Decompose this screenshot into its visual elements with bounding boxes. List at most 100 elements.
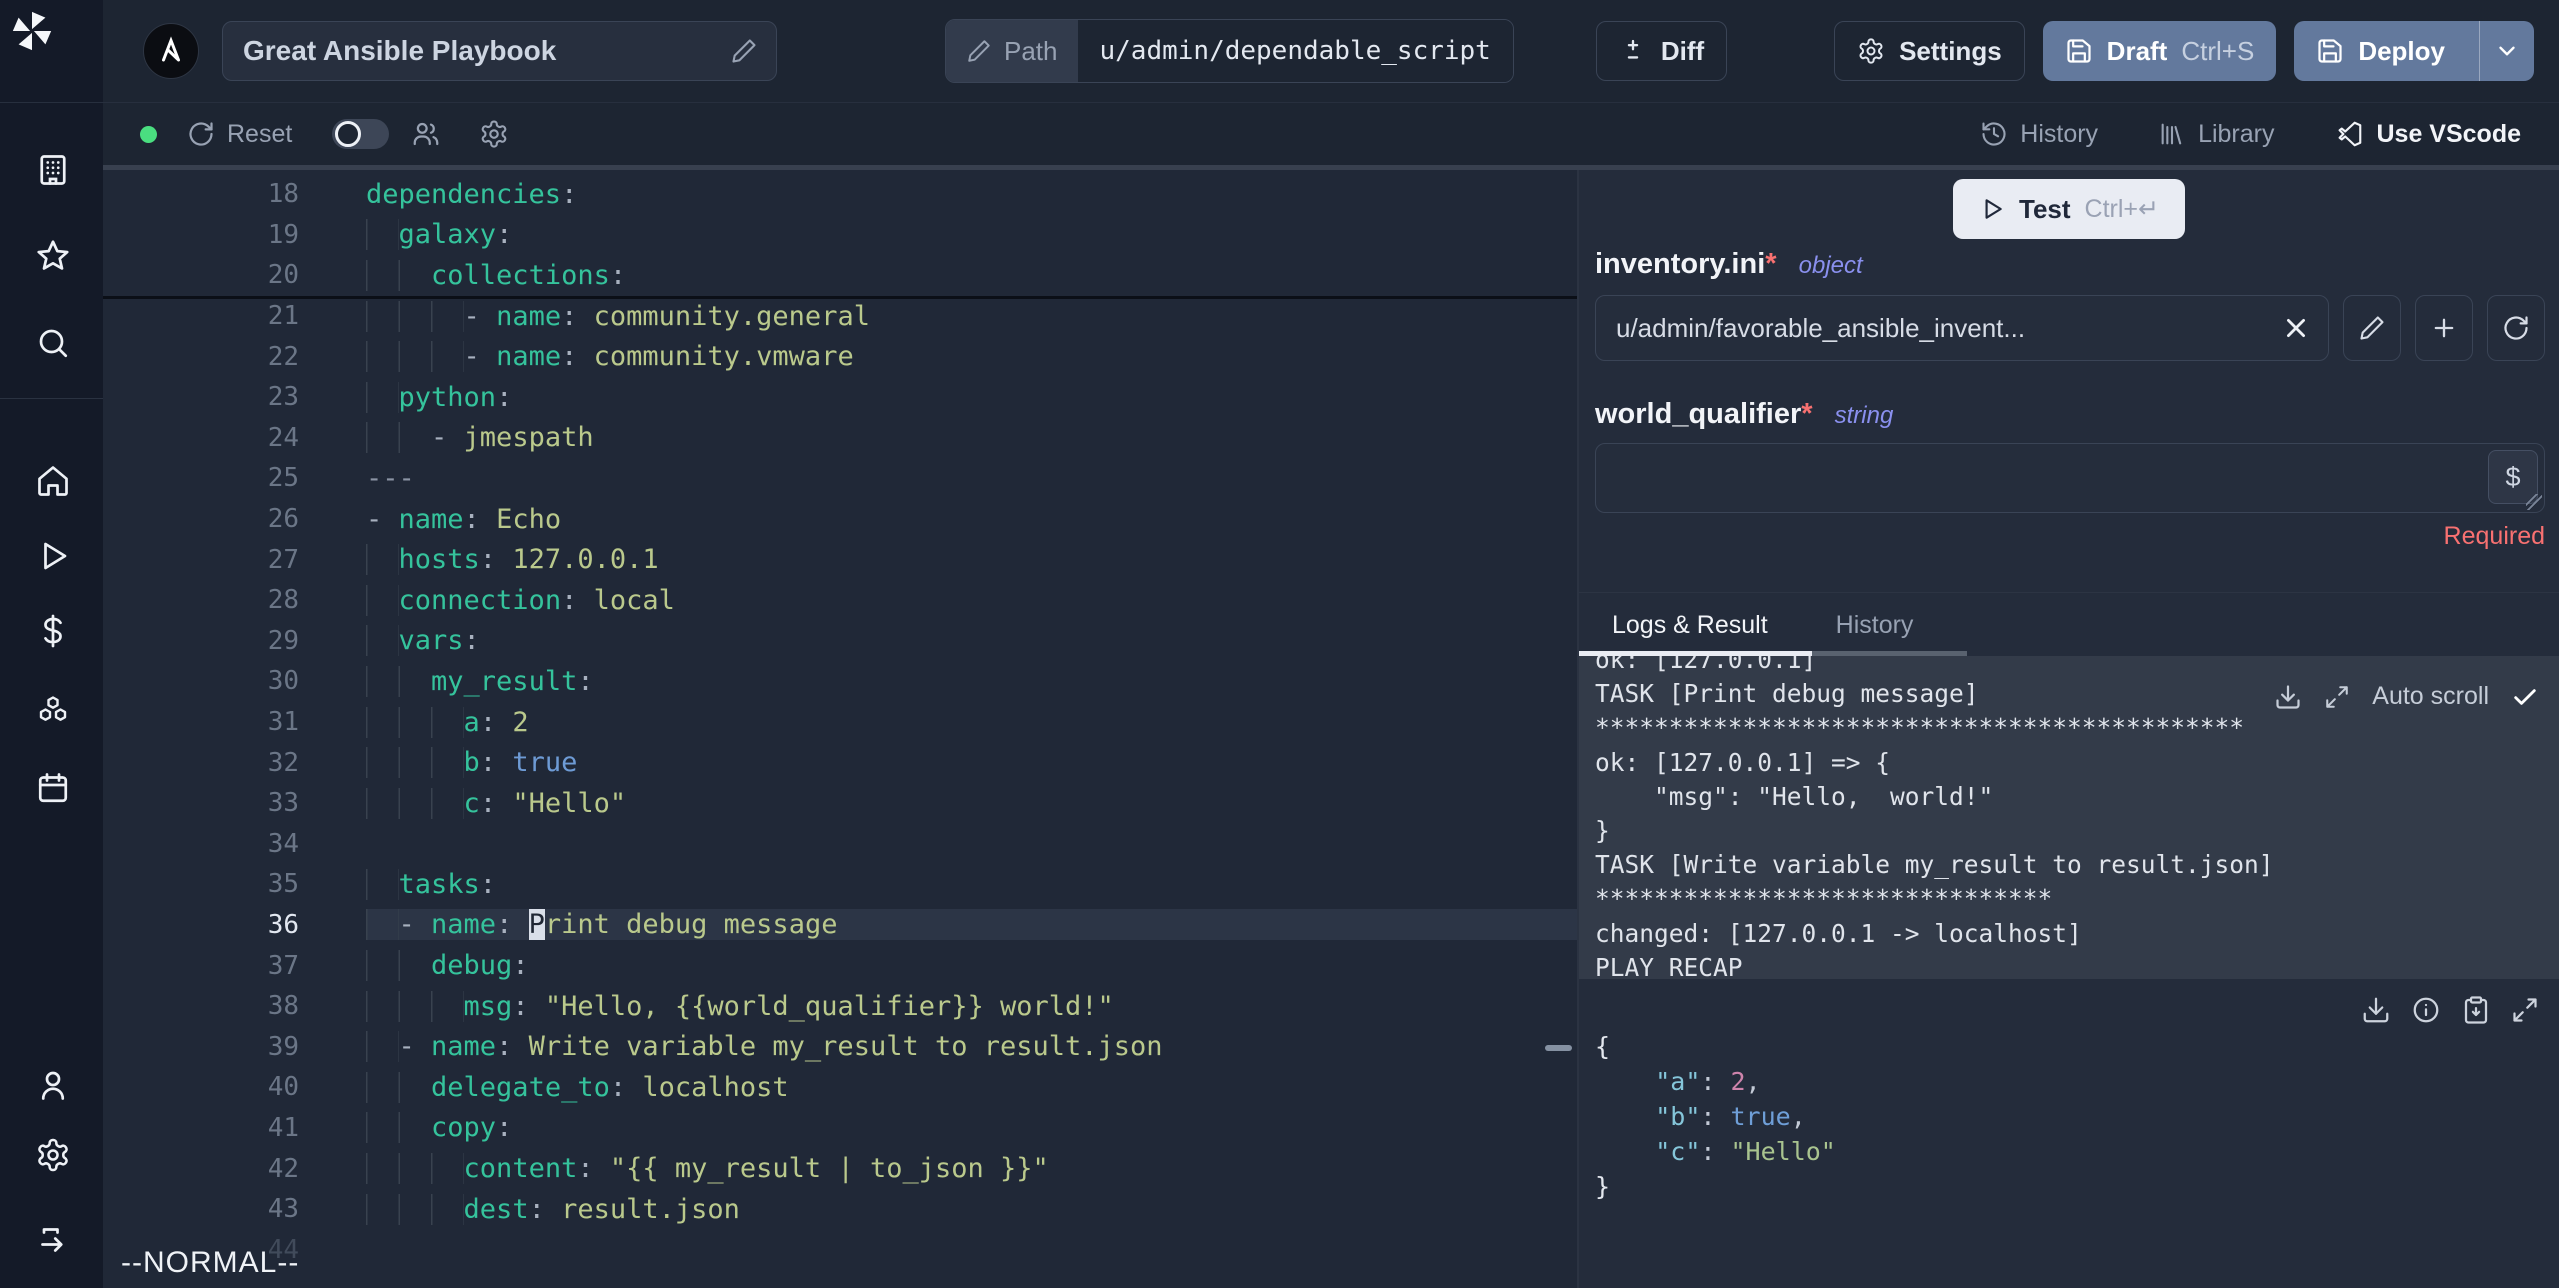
log-line: ok: [127.0.0.1] => { (1595, 747, 1891, 777)
schedules-calendar-icon[interactable] (35, 770, 71, 806)
code-text: collections: (366, 259, 1577, 291)
path-value[interactable]: u/admin/dependable_script (1077, 20, 1513, 82)
autoscroll-label: Auto scroll (2372, 682, 2489, 710)
gear-icon (482, 120, 507, 148)
code-line[interactable]: 21 - name: community.general (103, 296, 1577, 337)
editor-settings-button[interactable] (479, 119, 509, 149)
draft-button[interactable]: Draft Ctrl+S (2042, 21, 2277, 81)
expand-logs-icon[interactable] (2324, 684, 2350, 710)
diff-button[interactable]: Diff (1595, 21, 1728, 81)
code-text: - name: community.vmware (366, 341, 1577, 373)
path-group[interactable]: Path u/admin/dependable_script (945, 19, 1514, 83)
code-line[interactable]: 31 a: 2 (103, 702, 1577, 743)
info-icon[interactable] (2411, 995, 2441, 1025)
clear-inventory-icon[interactable] (2282, 314, 2310, 342)
windmill-logo-icon[interactable] (9, 8, 55, 54)
script-title-field[interactable] (222, 21, 777, 81)
log-line: ****************************************… (1595, 713, 2245, 743)
code-text: --- (366, 462, 415, 494)
line-number: 27 (267, 544, 299, 575)
workspace-icon[interactable] (35, 152, 71, 188)
code-text: - name: Echo (366, 503, 562, 535)
settings-gear-icon[interactable] (35, 1137, 71, 1173)
panel-splitter-handle[interactable] (1545, 1045, 1572, 1051)
code-text: c: "Hello" (366, 787, 1577, 819)
resize-grip[interactable] (2526, 494, 2542, 510)
download-logs-icon[interactable] (2274, 683, 2302, 711)
result-line: "a": 2, (1655, 1067, 1761, 1096)
refresh-inventory-button[interactable] (2487, 295, 2545, 361)
code-line[interactable]: 44 (103, 1229, 1577, 1270)
logout-icon[interactable] (35, 1222, 71, 1258)
users-icon (413, 122, 439, 146)
deploy-dropdown-button[interactable] (2479, 21, 2534, 81)
use-vscode-button[interactable]: Use VScode (2334, 119, 2521, 149)
collaborators-button[interactable] (411, 119, 441, 149)
code-line[interactable]: 41 copy: (103, 1108, 1577, 1149)
code-line[interactable]: 38 msg: "Hello, {{world_qualifier}} worl… (103, 986, 1577, 1027)
log-line: ok: [127.0.0.1] (1595, 656, 1817, 674)
code-line[interactable]: 43 dest: result.json (103, 1189, 1577, 1230)
code-line[interactable]: 30 my_result: (103, 661, 1577, 702)
code-line[interactable]: 32 b: true (103, 742, 1577, 783)
log-line: ******************************* (1595, 884, 2053, 914)
code-line[interactable]: 22 - name: community.vmware (103, 336, 1577, 377)
resources-cubes-icon[interactable] (35, 693, 71, 729)
code-editor[interactable]: 18 dependencies: 19 galaxy: 20 collections:… (103, 170, 1577, 1288)
reset-button[interactable]: Reset (187, 120, 292, 149)
library-button[interactable]: Library (2158, 120, 2274, 149)
code-line[interactable]: 35 tasks: (103, 864, 1577, 905)
test-button[interactable]: Test Ctrl+↵ (1953, 179, 2185, 239)
panel-splitter[interactable] (1577, 165, 1579, 1288)
code-text: msg: "Hello, {{world_qualifier}} world!" (366, 990, 1577, 1022)
code-line[interactable]: 20 collections: (103, 255, 1577, 296)
code-line[interactable]: 42 content: "{{ my_result | to_json }}" (103, 1148, 1577, 1189)
script-title-input[interactable] (241, 34, 730, 68)
log-line: "msg": "Hello, world!" (1595, 781, 1994, 811)
edit-inventory-button[interactable] (2343, 295, 2401, 361)
code-line[interactable]: 33 c: "Hello" (103, 783, 1577, 824)
code-lines[interactable]: 18 dependencies: 19 galaxy: 20 collections:… (103, 170, 1577, 1270)
edit-title-pencil-icon[interactable] (730, 37, 758, 65)
deploy-button[interactable]: Deploy (2294, 21, 2465, 81)
code-line[interactable]: 26 - name: Echo (103, 499, 1577, 540)
code-line[interactable]: 36 - name: Print debug message (103, 905, 1577, 946)
code-text: dependencies: (366, 178, 578, 210)
home-icon[interactable] (35, 463, 71, 499)
code-line[interactable]: 37 debug: (103, 945, 1577, 986)
log-viewer[interactable]: ok: [127.0.0.1] TASK [Print debug message… (1579, 656, 2559, 979)
user-icon[interactable] (35, 1067, 71, 1103)
inventory-input[interactable] (1614, 311, 2282, 345)
variables-dollar-icon[interactable] (35, 613, 71, 649)
gear-icon (1859, 38, 1883, 64)
add-inventory-button[interactable] (2415, 295, 2473, 361)
expand-result-icon[interactable] (2511, 996, 2539, 1024)
code-line[interactable]: 34 (103, 824, 1577, 865)
search-icon[interactable] (35, 325, 71, 361)
code-line[interactable]: 28 connection: local (103, 580, 1577, 621)
code-line[interactable]: 29 vars: (103, 621, 1577, 662)
favorites-star-icon[interactable] (35, 238, 71, 274)
download-result-icon[interactable] (2361, 995, 2391, 1025)
copy-result-icon[interactable] (2461, 995, 2491, 1025)
code-line[interactable]: 18 dependencies: (103, 174, 1577, 215)
code-line[interactable]: 23 python: (103, 377, 1577, 418)
code-line[interactable]: 27 hosts: 127.0.0.1 (103, 539, 1577, 580)
line-number: 29 (267, 625, 299, 656)
line-number: 36 (267, 909, 299, 940)
autoscroll-check-icon[interactable] (2511, 683, 2539, 711)
line-number: 41 (267, 1112, 299, 1143)
tab-history[interactable]: History (1836, 611, 1914, 640)
code-line[interactable]: 24 - jmespath (103, 418, 1577, 459)
history-button[interactable]: History (1980, 120, 2098, 149)
code-line[interactable]: 19 galaxy: (103, 215, 1577, 256)
settings-button[interactable]: Settings (1834, 21, 2025, 81)
code-line[interactable]: 25 --- (103, 458, 1577, 499)
code-line[interactable]: 40 delegate_to: localhost (103, 1067, 1577, 1108)
code-line[interactable]: 39 - name: Write variable my_result to r… (103, 1026, 1577, 1067)
tab-logs-result[interactable]: Logs & Result (1612, 611, 1768, 640)
world-qualifier-input[interactable] (1596, 444, 2544, 512)
diff-mode-toggle[interactable] (332, 119, 390, 149)
line-number: 33 (267, 788, 299, 819)
runs-play-icon[interactable] (35, 538, 71, 574)
